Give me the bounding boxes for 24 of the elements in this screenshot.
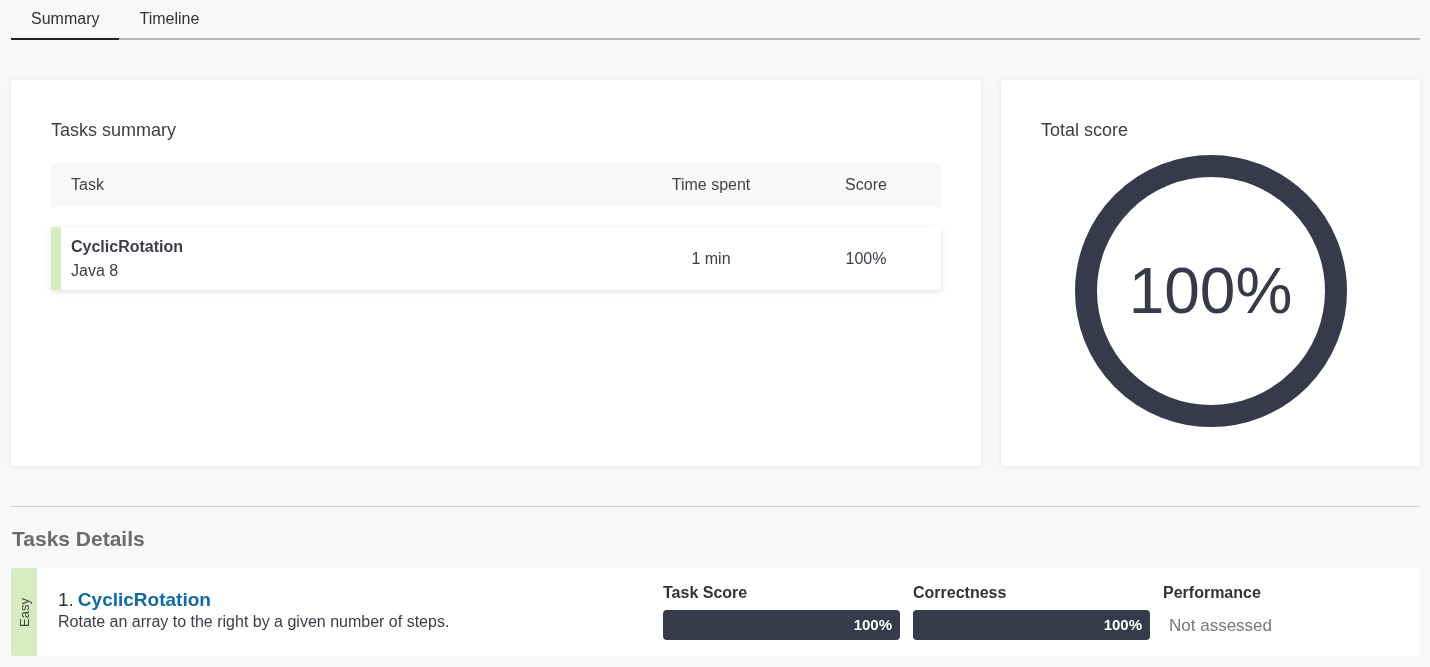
task-name: CyclicRotation [71, 237, 184, 256]
metric-label: Task Score [663, 584, 749, 602]
card-title: Total score [1041, 120, 1130, 141]
difficulty-tag: Easy [11, 568, 37, 656]
task-description: Rotate an array to the right by a given number of steps. [58, 613, 451, 631]
tab[interactable]: Summary [11, 0, 120, 40]
card-title: Tasks summary [51, 120, 177, 141]
metric-label: Correctness [913, 584, 1008, 602]
metric-label: Performance [1163, 584, 1262, 602]
column-header: Task [70, 176, 105, 194]
task-row[interactable]: CyclicRotation Java 8 1 min 100% [51, 227, 941, 290]
task-language: Java 8 [71, 261, 120, 280]
score-value: 100% [853, 616, 892, 633]
section-title: Tasks Details [12, 527, 146, 551]
task-link[interactable]: CyclicRotation [77, 589, 211, 610]
column-header: Score [844, 176, 888, 194]
metric-value: Not assessed [1168, 615, 1273, 636]
time-spent: 1 min [690, 249, 732, 268]
task-number: 1. [58, 589, 74, 610]
column-header: Time spent [670, 176, 752, 194]
score-value: 100% [1103, 616, 1142, 633]
total-score-value: 100% [1128, 254, 1293, 328]
tab[interactable]: Timeline [119, 0, 220, 40]
task-score: 100% [844, 249, 888, 268]
